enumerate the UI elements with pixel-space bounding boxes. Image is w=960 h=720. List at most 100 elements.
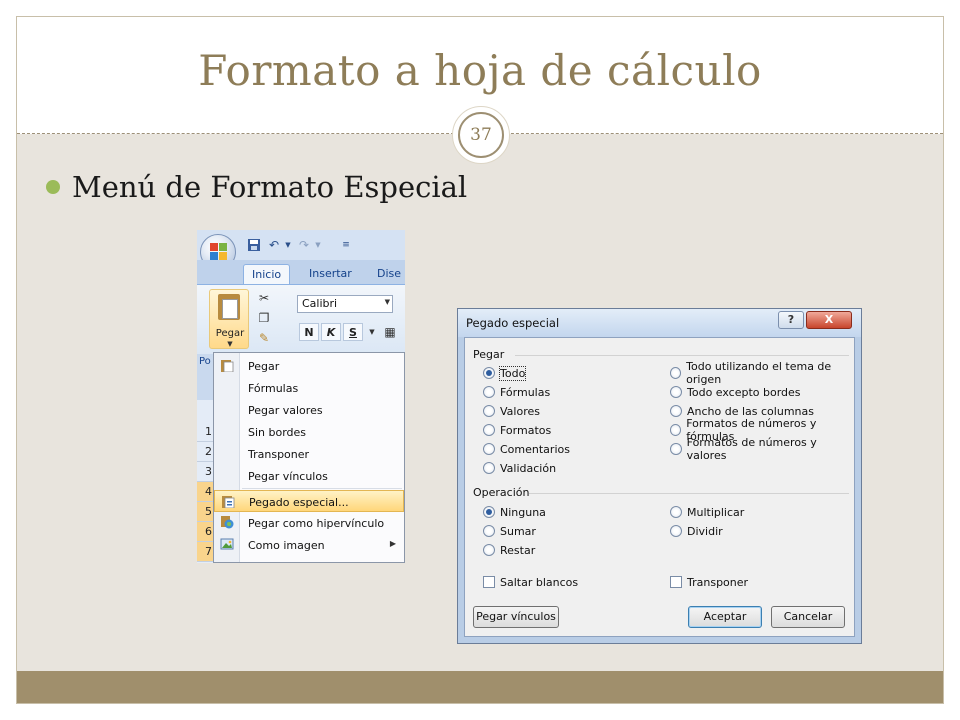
radio-comentarios[interactable]: Comentarios <box>483 441 570 457</box>
option-label: Todo <box>498 365 527 381</box>
radio-dividir[interactable]: Dividir <box>670 523 723 539</box>
font-name-select[interactable]: Calibri ▼ <box>297 295 393 313</box>
customize-toolbar-icon[interactable]: ≡ <box>339 238 353 252</box>
chevron-down-icon: ▼ <box>384 298 390 306</box>
menu-separator <box>242 488 402 489</box>
radio-todo-tema-origen[interactable]: Todo utilizando el tema de origen <box>670 360 854 386</box>
menu-item-label: Como imagen <box>248 539 325 552</box>
radio-validacion[interactable]: Validación <box>483 460 556 476</box>
radio-icon <box>670 525 682 537</box>
chevron-down-icon[interactable]: ▼ <box>311 238 325 252</box>
radio-valores[interactable]: Valores <box>483 403 540 419</box>
option-label: Valores <box>500 404 540 418</box>
format-painter-icon[interactable]: ✎ <box>257 331 271 345</box>
radio-icon <box>483 424 495 436</box>
chevron-down-icon[interactable]: ▼ <box>281 238 295 252</box>
radio-todo-excepto-bordes[interactable]: Todo excepto bordes <box>670 384 801 400</box>
chevron-right-icon: ▶ <box>389 539 396 548</box>
paste-label: Pegar <box>215 328 245 339</box>
dialog-title: Pegado especial <box>466 316 560 330</box>
menu-item-como-imagen[interactable]: Como imagen ▶ <box>214 534 404 556</box>
radio-icon <box>483 525 495 537</box>
paste-button[interactable]: Pegar ▼ <box>209 289 249 349</box>
option-label: Formatos <box>500 423 552 437</box>
menu-item-pegar-vinculos[interactable]: Pegar vínculos <box>214 465 404 487</box>
option-label: Validación <box>500 461 557 475</box>
cancel-button[interactable]: Cancelar <box>771 606 845 628</box>
slide-title: Formato a hoja de cálculo <box>198 46 762 95</box>
chevron-down-icon: ▼ <box>227 340 233 348</box>
radio-icon <box>670 443 682 455</box>
tab-inicio[interactable]: Inicio <box>243 264 291 284</box>
bullet-text: Menú de Formato Especial <box>72 170 468 204</box>
radio-icon <box>670 405 682 417</box>
page-number-badge: 37 <box>452 106 510 164</box>
slide: Formato a hoja de cálculo 37 Menú de For… <box>0 0 960 720</box>
ribbon-tabs: Inicio Insertar Dise <box>197 260 405 284</box>
tab-diseno[interactable]: Dise <box>369 264 405 284</box>
checkbox-transponer[interactable]: Transponer <box>670 574 748 590</box>
paste-icon <box>220 358 234 373</box>
font-name-value: Calibri <box>302 297 338 310</box>
paste-links-button[interactable]: Pegar vínculos <box>473 606 559 628</box>
dialog-body: Pegar Todo Fórmulas Valores Formatos Com… <box>464 337 855 637</box>
dialog-titlebar[interactable]: Pegado especial ? X <box>458 309 861 337</box>
bullet-dot-icon <box>46 180 60 194</box>
checkbox-icon <box>483 576 495 588</box>
undo-icon[interactable]: ↶ <box>267 238 281 252</box>
ok-button[interactable]: Aceptar <box>688 606 762 628</box>
option-label: Transponer <box>687 575 749 589</box>
radio-icon <box>483 443 495 455</box>
radio-sumar[interactable]: Sumar <box>483 523 536 539</box>
option-label: Saltar blancos <box>500 575 579 589</box>
checkbox-saltar-blancos[interactable]: Saltar blancos <box>483 574 578 590</box>
menu-item-label: Fórmulas <box>248 382 299 395</box>
option-label: Formatos de números y valores <box>686 436 817 462</box>
menu-item-formulas[interactable]: Fórmulas <box>214 377 404 399</box>
menu-item-transponer[interactable]: Transponer <box>214 443 404 465</box>
radio-restar[interactable]: Restar <box>483 542 535 558</box>
page-number: 37 <box>458 112 504 158</box>
redo-icon[interactable]: ↷ <box>297 238 311 252</box>
borders-icon[interactable]: ▦ <box>383 325 397 339</box>
radio-icon <box>483 405 495 417</box>
ribbon: Pegar ▼ ✂ ❐ ✎ Calibri ▼ N K S ▼ ▦ <box>197 284 405 354</box>
radio-icon <box>670 424 682 436</box>
radio-multiplicar[interactable]: Multiplicar <box>670 504 744 520</box>
paste-dropdown-menu: Pegar Fórmulas Pegar valores Sin bordes … <box>213 352 405 563</box>
clipboard-group-label: Po <box>199 356 211 367</box>
radio-todo[interactable]: Todo <box>483 365 527 381</box>
radio-formatos[interactable]: Formatos <box>483 422 551 438</box>
radio-formulas[interactable]: Fórmulas <box>483 384 550 400</box>
checkbox-icon <box>670 576 682 588</box>
copy-icon[interactable]: ❐ <box>257 311 271 325</box>
tab-insertar[interactable]: Insertar <box>301 264 360 284</box>
menu-item-pegar[interactable]: Pegar <box>214 355 404 377</box>
save-icon[interactable] <box>247 238 261 252</box>
menu-item-label: Sin bordes <box>248 426 307 439</box>
menu-item-pegado-especial[interactable]: Pegado especial... <box>214 490 404 512</box>
menu-item-label: Pegar como hipervínculo <box>248 517 385 530</box>
menu-item-pegar-hipervinculo[interactable]: Pegar como hipervínculo <box>214 512 404 534</box>
radio-icon <box>670 506 682 518</box>
close-button[interactable]: X <box>806 311 852 329</box>
cut-icon[interactable]: ✂ <box>257 291 271 305</box>
underline-button[interactable]: S <box>343 323 363 341</box>
chevron-down-icon[interactable]: ▼ <box>365 325 379 339</box>
help-button[interactable]: ? <box>778 311 804 329</box>
option-label: Ancho de las columnas <box>687 404 814 418</box>
menu-item-sin-bordes[interactable]: Sin bordes <box>214 421 404 443</box>
option-label: Todo excepto bordes <box>687 385 801 399</box>
italic-button[interactable]: K <box>321 323 341 341</box>
option-label: Fórmulas <box>500 385 551 399</box>
radio-icon <box>483 462 495 474</box>
bold-button[interactable]: N <box>299 323 319 341</box>
clipboard-icon <box>218 294 240 320</box>
paste-special-icon <box>221 494 235 509</box>
menu-item-pegar-valores[interactable]: Pegar valores <box>214 399 404 421</box>
group-divider <box>529 493 849 494</box>
radio-formatos-numeros-valores[interactable]: Formatos de números y valores <box>670 436 854 462</box>
radio-ninguna[interactable]: Ninguna <box>483 504 546 520</box>
menu-item-label: Transponer <box>248 448 310 461</box>
radio-selected-icon <box>483 367 495 379</box>
